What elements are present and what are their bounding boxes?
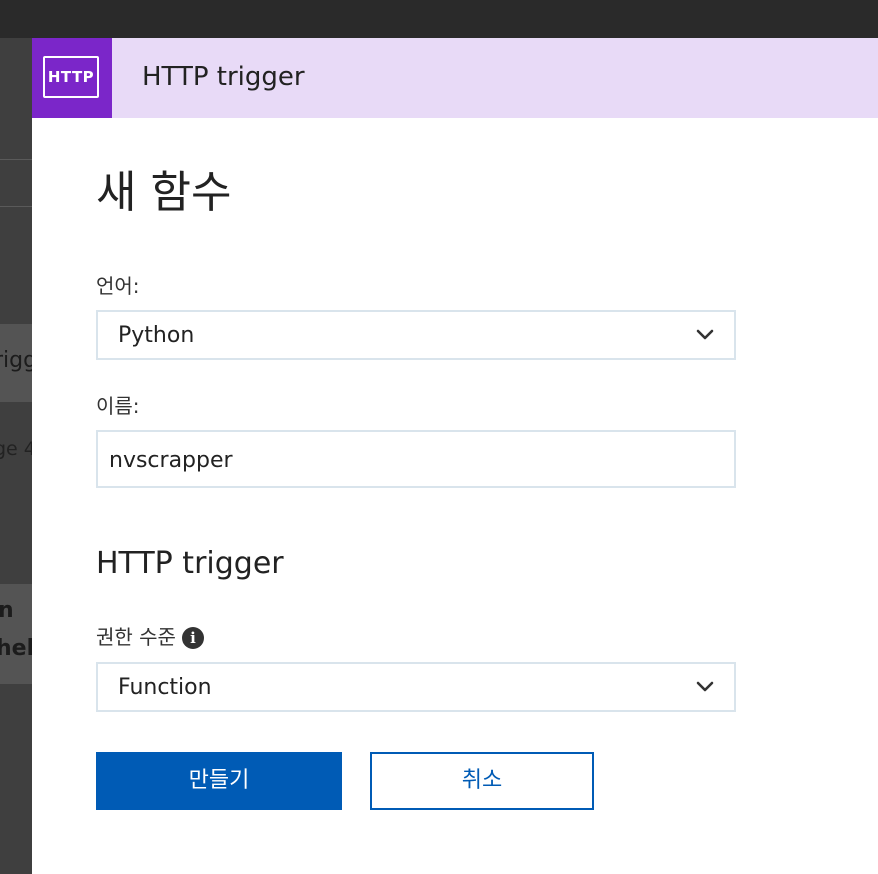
panel-header: HTTP HTTP trigger — [32, 38, 878, 118]
panel-header-title: HTTP trigger — [142, 62, 305, 92]
auth-level-select-value: Function — [118, 675, 212, 700]
name-label: 이름: — [96, 394, 140, 418]
language-select-value: Python — [118, 323, 195, 348]
http-trigger-badge: HTTP — [32, 38, 112, 118]
background-card: rigge — [0, 324, 32, 402]
auth-level-select[interactable]: Function — [96, 662, 736, 712]
background-text: hel — [0, 636, 32, 661]
trigger-section-title: HTTP trigger — [96, 546, 284, 581]
create-button[interactable]: 만들기 — [96, 752, 342, 810]
page-title: 새 함수 — [96, 167, 232, 218]
chevron-down-icon — [696, 681, 714, 692]
info-icon[interactable]: i — [181, 627, 204, 649]
top-bar — [0, 0, 878, 38]
cancel-button[interactable]: 취소 — [370, 752, 594, 810]
background-text: rigge — [0, 348, 32, 373]
background-divider — [0, 206, 32, 207]
auth-level-label: 권한 수준 — [96, 625, 176, 649]
background-page: rigge ge 4 n hel — [0, 38, 32, 874]
new-function-panel: HTTP HTTP trigger 새 함수 언어: Python 이름: nv… — [32, 38, 878, 874]
background-card: n hel — [0, 584, 32, 684]
name-input[interactable]: nvscrapper — [96, 430, 736, 488]
background-text: ge 4 — [0, 438, 32, 460]
auth-level-label-row: 권한 수준 i — [96, 621, 204, 650]
language-label: 언어: — [96, 274, 140, 298]
chevron-down-icon — [696, 329, 714, 340]
language-select[interactable]: Python — [96, 310, 736, 360]
background-divider — [0, 159, 32, 160]
background-text: n — [0, 598, 14, 623]
http-icon: HTTP — [43, 56, 99, 98]
name-input-value: nvscrapper — [109, 448, 233, 473]
